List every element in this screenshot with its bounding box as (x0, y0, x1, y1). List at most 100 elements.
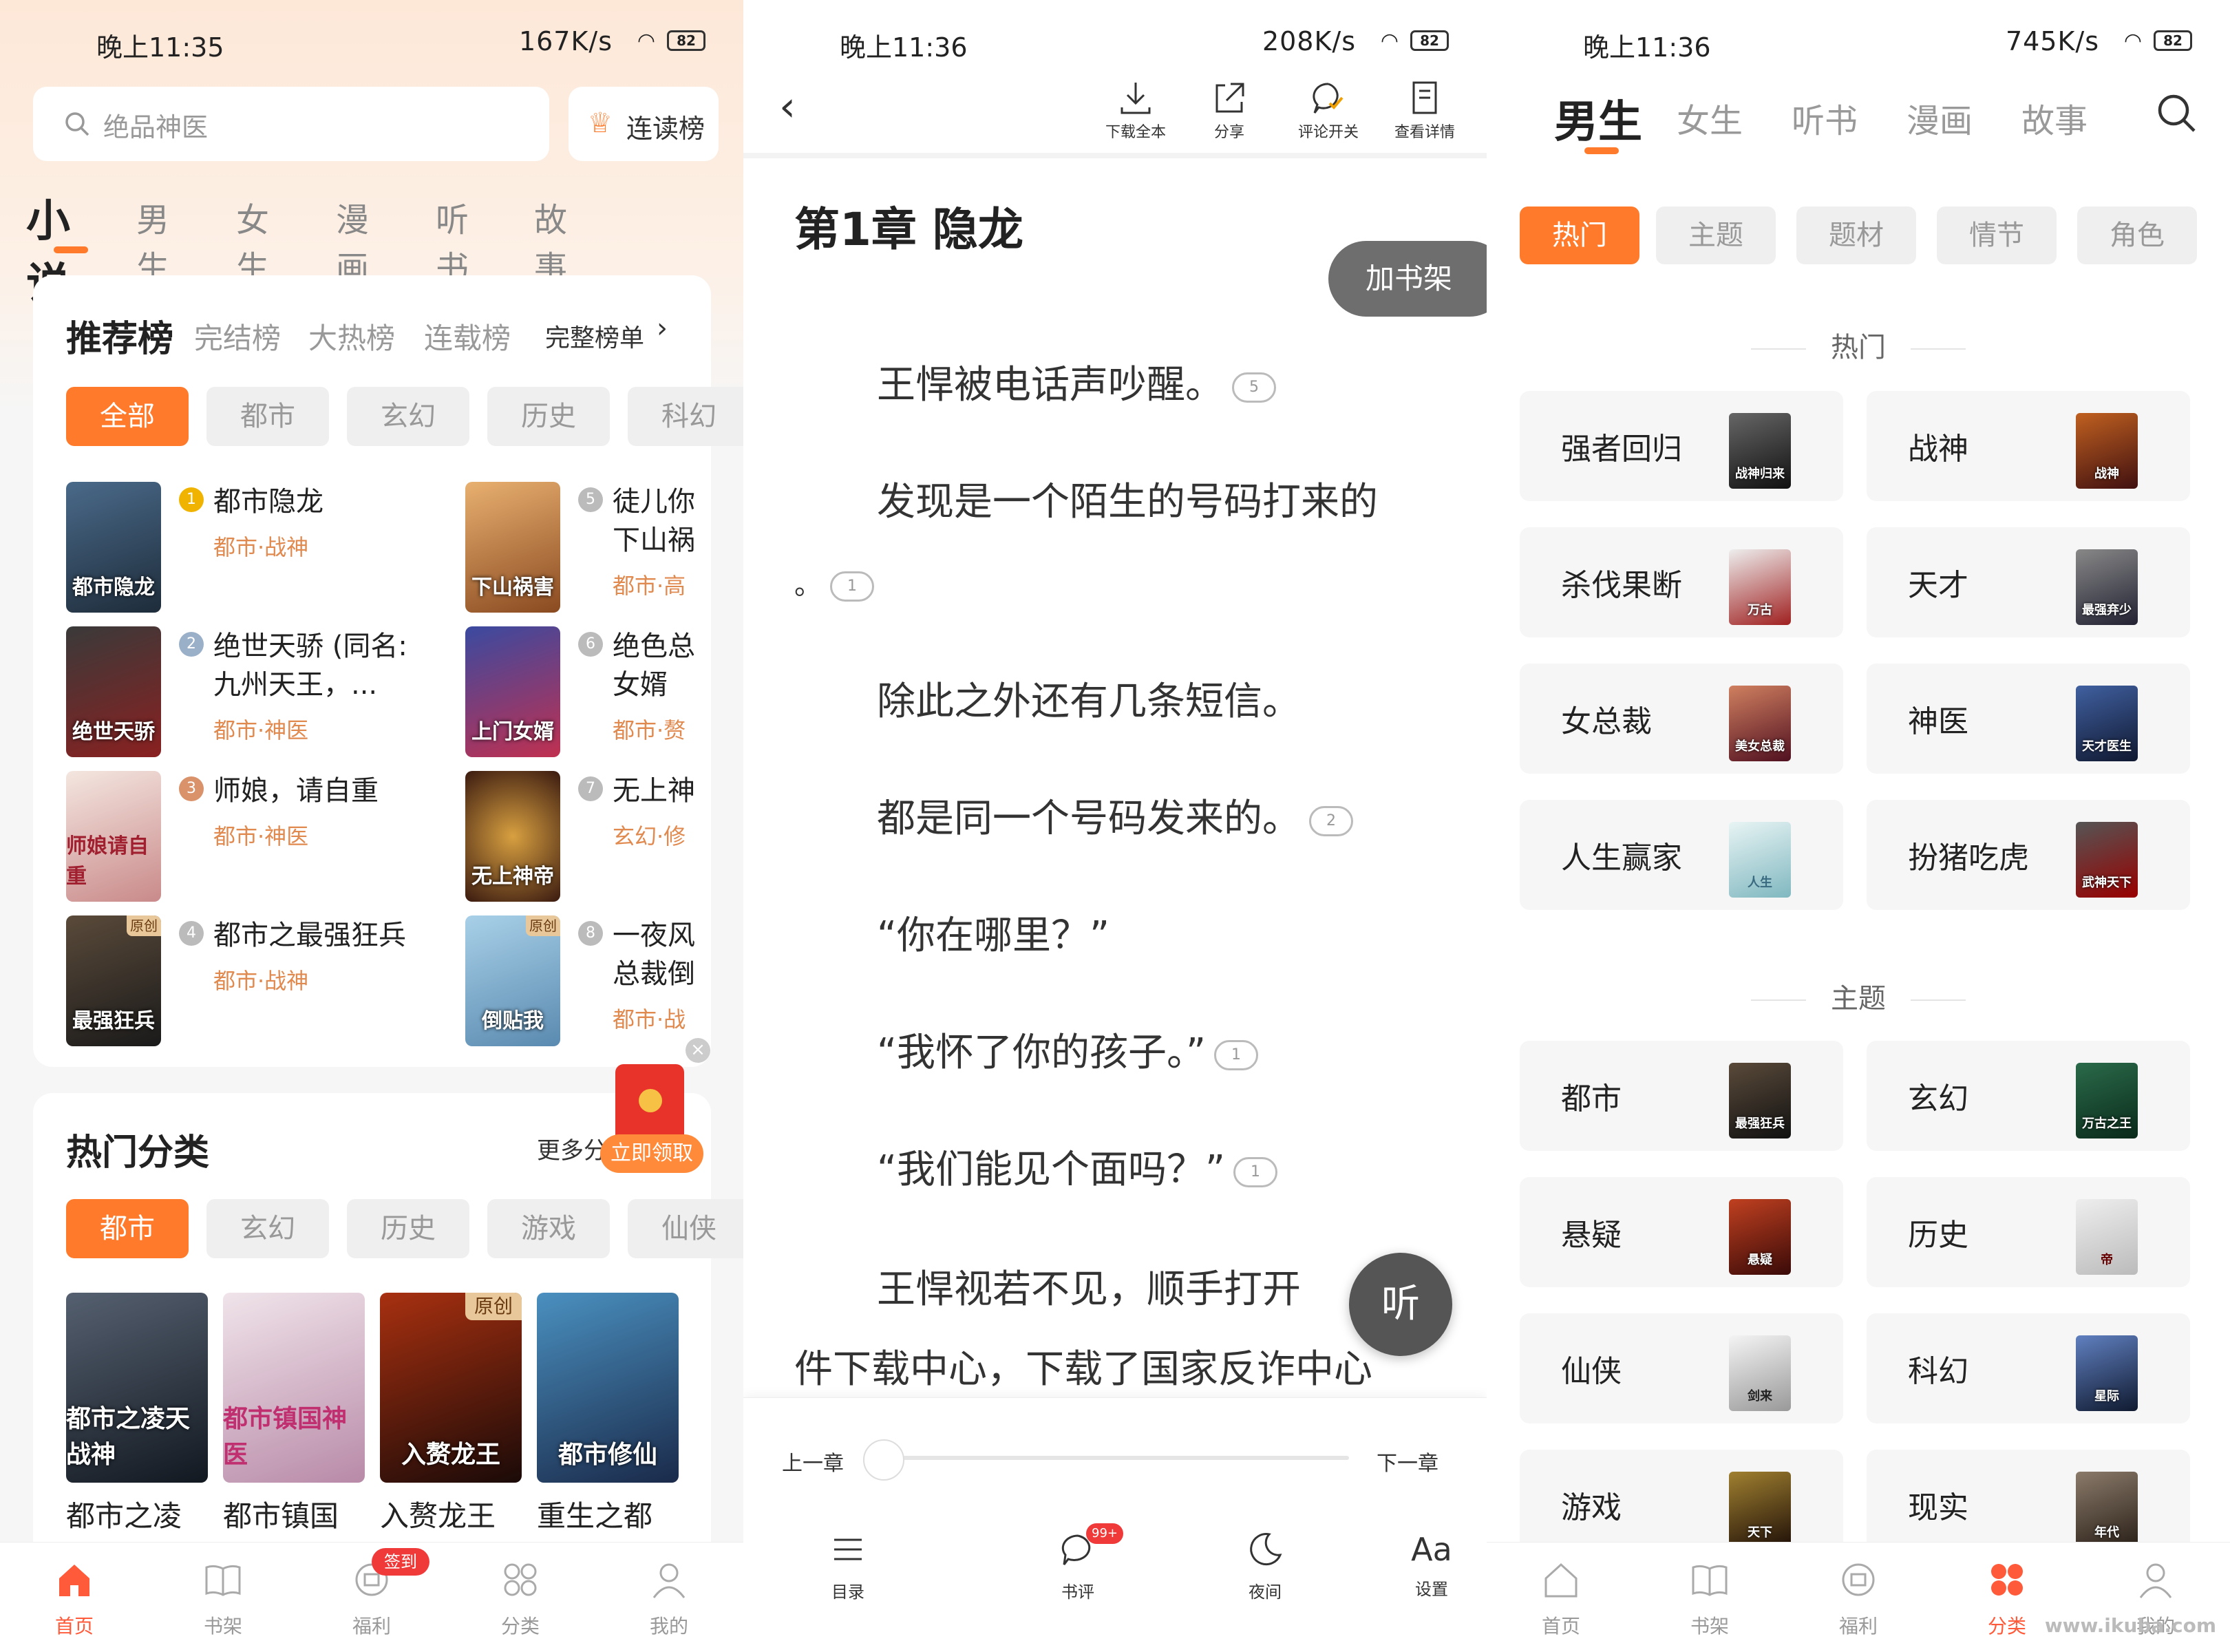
book-item[interactable]: 无上神帝 7 无上神 玄幻·修 (465, 771, 713, 909)
nav-bookshelf[interactable]: 书架 (1641, 1543, 1778, 1652)
chapter-progress-slider[interactable] (881, 1456, 1349, 1460)
user-icon (652, 1563, 686, 1598)
category-card[interactable]: 仙侠 剑来 (1520, 1313, 1843, 1423)
hot-book[interactable]: 入赘龙王 原创 入赘龙王 (380, 1293, 522, 1568)
nav-category[interactable]: 分类 (452, 1543, 589, 1652)
hot-filter-fantasy[interactable]: 玄幻 (206, 1199, 329, 1258)
view-details-button[interactable]: 查看详情 (1383, 78, 1466, 142)
book-item[interactable]: 都市隐龙 1 都市隐龙 都市·战神 (66, 482, 383, 620)
tab-audio[interactable]: 听书 (436, 193, 469, 289)
settings-button[interactable]: Aa 设置 (1363, 1529, 1487, 1600)
tab-female[interactable]: 女生 (236, 193, 269, 289)
book-item[interactable]: 绝世天骄 2 绝世天骄 (同名: 九州天王，... 都市·神医 (66, 626, 407, 764)
nav-profile[interactable]: 我的 (600, 1543, 738, 1652)
hot-filter-city[interactable]: 都市 (66, 1199, 189, 1258)
book-item[interactable]: 下山祸害 5 徒儿你 下山祸 都市·高 (465, 482, 713, 620)
tab-comic[interactable]: 漫画 (336, 193, 369, 289)
rank-tab-finished[interactable]: 完结榜 (194, 315, 281, 357)
hot-book[interactable]: 都市修仙 重生之都 (537, 1293, 679, 1568)
subtab-subject[interactable]: 题材 (1796, 206, 1916, 264)
rank-tab-hot[interactable]: 大热榜 (308, 315, 395, 357)
subtab-plot[interactable]: 情节 (1937, 206, 2057, 264)
full-list-link[interactable]: 完整榜单 (545, 318, 644, 354)
hot-filter-xianxia[interactable]: 仙侠 (628, 1199, 743, 1258)
nav-welfare[interactable]: 福利 (1790, 1543, 1927, 1652)
more-link[interactable]: 更多分 (537, 1132, 607, 1165)
category-card[interactable]: 扮猪吃虎 武神天下 (1867, 800, 2190, 910)
night-mode-button[interactable]: 夜间 (1196, 1529, 1334, 1602)
tab-male[interactable]: 男生 (136, 193, 169, 289)
listen-button[interactable]: 听 (1349, 1253, 1452, 1356)
category-thumb: 战神归来 (1729, 413, 1791, 489)
category-card[interactable]: 女总裁 美女总裁 (1520, 664, 1843, 774)
category-card[interactable]: 杀伐果断 万古 (1520, 527, 1843, 637)
filter-city[interactable]: 都市 (206, 387, 329, 446)
rank-tab-serial[interactable]: 连载榜 (424, 315, 511, 357)
category-name: 都市 (1561, 1081, 1622, 1116)
comment-count[interactable]: 5 (1232, 372, 1276, 403)
download-all-button[interactable]: 下载全本 (1094, 78, 1177, 142)
book-item[interactable]: 最强狂兵 原创 4 都市之最强狂兵 都市·战神 (66, 915, 406, 1053)
next-chapter-button[interactable]: 下一章 (1377, 1446, 1438, 1476)
category-card[interactable]: 战神 战神 (1867, 391, 2190, 501)
back-icon[interactable]: ‹ (779, 83, 796, 131)
category-card[interactable]: 历史 帝 (1867, 1177, 2190, 1287)
hot-book[interactable]: 都市之凌天战神 都市之凌 (66, 1293, 208, 1568)
bottom-nav: 首页 书架 福利 分类 我的 www.ikuba.com (1487, 1542, 2230, 1652)
category-card[interactable]: 天才 最强弃少 (1867, 527, 2190, 637)
share-button[interactable]: 分享 (1195, 78, 1264, 142)
hot-filter-history[interactable]: 历史 (347, 1199, 469, 1258)
comment-count[interactable]: 2 (1309, 805, 1353, 836)
tab-female[interactable]: 女生 (1677, 94, 1743, 142)
search-bar[interactable]: 绝品神医 (33, 87, 549, 161)
paragraph: 。 1 (794, 558, 1487, 613)
comment-toggle-button[interactable]: 评论开关 (1280, 78, 1377, 142)
filter-history[interactable]: 历史 (487, 387, 610, 446)
category-card[interactable]: 人生赢家 人生 (1520, 800, 1843, 910)
category-card[interactable]: 科幻 星际 (1867, 1313, 2190, 1423)
red-packet-widget[interactable]: 立即领取 (600, 1064, 706, 1181)
tab-comic[interactable]: 漫画 (1907, 94, 1973, 142)
category-card[interactable]: 玄幻 万古之王 (1867, 1041, 2190, 1151)
subtab-theme[interactable]: 主题 (1656, 206, 1776, 264)
filter-scifi[interactable]: 科幻 (628, 387, 743, 446)
category-card[interactable]: 神医 天才医生 (1867, 664, 2190, 774)
book-item[interactable]: 上门女婿 6 绝色总 女婿 都市·赘 (465, 626, 713, 764)
nav-bookshelf[interactable]: 书架 (154, 1543, 292, 1652)
book-item[interactable]: 师娘请自重 3 师娘，请自重 都市·神医 (66, 771, 383, 909)
nav-welfare[interactable]: 签到 福利 (303, 1543, 440, 1652)
category-card[interactable]: 都市 最强狂兵 (1520, 1041, 1843, 1151)
tab-male[interactable]: 男生 (1554, 87, 1642, 150)
comment-count[interactable]: 1 (1233, 1156, 1278, 1187)
category-card[interactable]: 悬疑 悬疑 (1520, 1177, 1843, 1287)
book-review-button[interactable]: 99+ 书评 (1009, 1523, 1147, 1602)
category-thumb: 美女总裁 (1729, 686, 1791, 761)
category-name: 人生赢家 (1561, 840, 1682, 876)
hot-book[interactable]: 都市镇国神医 都市镇国 (223, 1293, 365, 1568)
hot-filter-game[interactable]: 游戏 (487, 1199, 610, 1258)
prev-chapter-button[interactable]: 上一章 (782, 1446, 844, 1476)
read-rank-button[interactable]: ♕ 连读榜 (569, 87, 719, 161)
close-icon[interactable]: × (686, 1038, 710, 1063)
comment-count[interactable]: 1 (1214, 1039, 1259, 1070)
original-badge: 原创 (526, 915, 560, 936)
claim-now-button[interactable]: 立即领取 (600, 1134, 703, 1173)
filter-fantasy[interactable]: 玄幻 (347, 387, 469, 446)
book-item[interactable]: 倒贴我 原创 8 一夜风 总裁倒 都市·战 (465, 915, 713, 1053)
tab-audio[interactable]: 听书 (1792, 94, 1858, 142)
tab-story[interactable]: 故事 (2021, 94, 2088, 142)
category-card[interactable]: 强者回归 战神归来 (1520, 391, 1843, 501)
toc-button[interactable]: 目录 (779, 1529, 917, 1602)
battery-icon: 82 (667, 30, 705, 51)
search-icon[interactable] (2154, 91, 2198, 135)
nav-home[interactable]: 首页 (1492, 1543, 1630, 1652)
nav-home[interactable]: 首页 (6, 1543, 143, 1652)
comment-count[interactable]: 1 (830, 571, 874, 602)
subtab-hot[interactable]: 热门 (1520, 206, 1639, 264)
tab-story[interactable]: 故事 (534, 193, 567, 289)
download-icon (1121, 83, 1151, 114)
slider-thumb[interactable] (863, 1439, 904, 1481)
subtab-role[interactable]: 角色 (2077, 206, 2197, 264)
add-to-shelf-button[interactable]: 加书架 (1328, 241, 1487, 317)
filter-all[interactable]: 全部 (66, 387, 189, 446)
